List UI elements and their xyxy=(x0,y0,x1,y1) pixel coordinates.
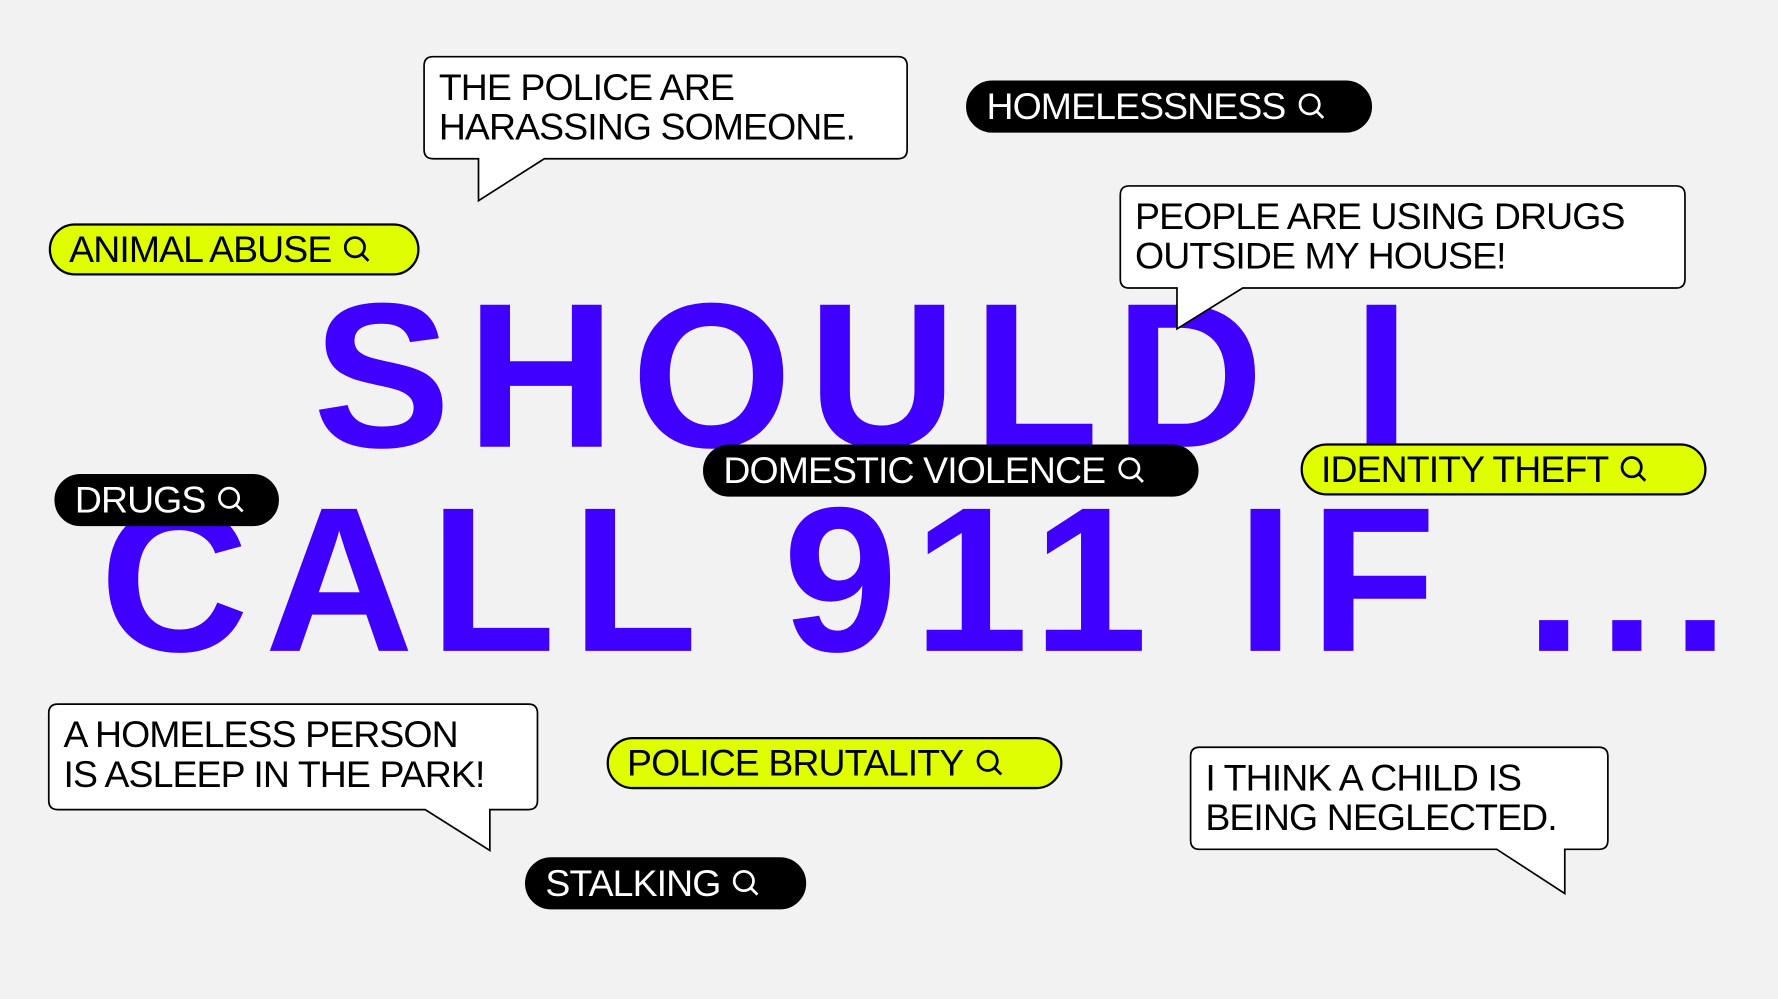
search-icon xyxy=(1621,456,1647,482)
search-icon xyxy=(733,870,759,896)
bubble-line: PEOPLE ARE USING DRUGS xyxy=(1135,195,1625,237)
bubble-line: I THINK A CHILD IS xyxy=(1205,756,1522,799)
bubble-line: BEING NEGLECTED. xyxy=(1205,795,1557,838)
poster: SHOULD I CALL 911 IF ... THE POLICE ARE H… xyxy=(0,0,1778,999)
search-icon xyxy=(344,236,370,262)
bubble-line: A HOMELESS PERSON xyxy=(63,713,458,756)
search-pill-stalking[interactable]: STALKING xyxy=(524,857,807,910)
pill-label: ANIMAL ABUSE xyxy=(69,227,332,270)
bubble-line: THE POLICE ARE xyxy=(438,65,735,108)
search-icon xyxy=(218,486,244,513)
search-pill-domestic-violence[interactable]: DOMESTIC VIOLENCE xyxy=(703,444,1199,497)
bubble-line: IS ASLEEP IN THE PARK! xyxy=(63,752,485,795)
pill-label: IDENTITY THEFT xyxy=(1320,447,1609,490)
bubble-line: OUTSIDE MY HOUSE! xyxy=(1135,234,1507,277)
speech-bubble: A HOMELESS PERSON IS ASLEEP IN THE PARK! xyxy=(47,703,539,852)
pill-label: HOMELESSNESS xyxy=(986,85,1286,127)
speech-bubble: THE POLICE ARE HARASSING SOMEONE. xyxy=(423,55,908,203)
search-pill-identity-theft[interactable]: IDENTITY THEFT xyxy=(1300,443,1707,496)
search-pill-homelessness[interactable]: HOMELESSNESS xyxy=(966,80,1373,133)
search-icon xyxy=(1117,457,1144,483)
pill-label: DRUGS xyxy=(74,478,207,521)
bubble-line: HARASSING SOMEONE. xyxy=(438,105,856,148)
speech-bubble: I THINK A CHILD IS BEING NEGLECTED. xyxy=(1189,746,1609,896)
search-pill-animal-abuse[interactable]: ANIMAL ABUSE xyxy=(48,223,420,276)
search-icon xyxy=(976,749,1002,776)
speech-bubble: PEOPLE ARE USING DRUGS OUTSIDE MY HOUSE! xyxy=(1119,185,1686,331)
search-icon xyxy=(1298,93,1324,119)
pill-label: DOMESTIC VIOLENCE xyxy=(723,449,1106,491)
pill-label: STALKING xyxy=(545,861,721,904)
headline-line-2: CALL 911 IF ... xyxy=(99,463,1745,696)
search-pill-police-brutality[interactable]: POLICE BRUTALITY xyxy=(606,737,1063,790)
pill-label: POLICE BRUTALITY xyxy=(627,741,964,784)
search-pill-drugs[interactable]: DRUGS xyxy=(54,473,279,527)
